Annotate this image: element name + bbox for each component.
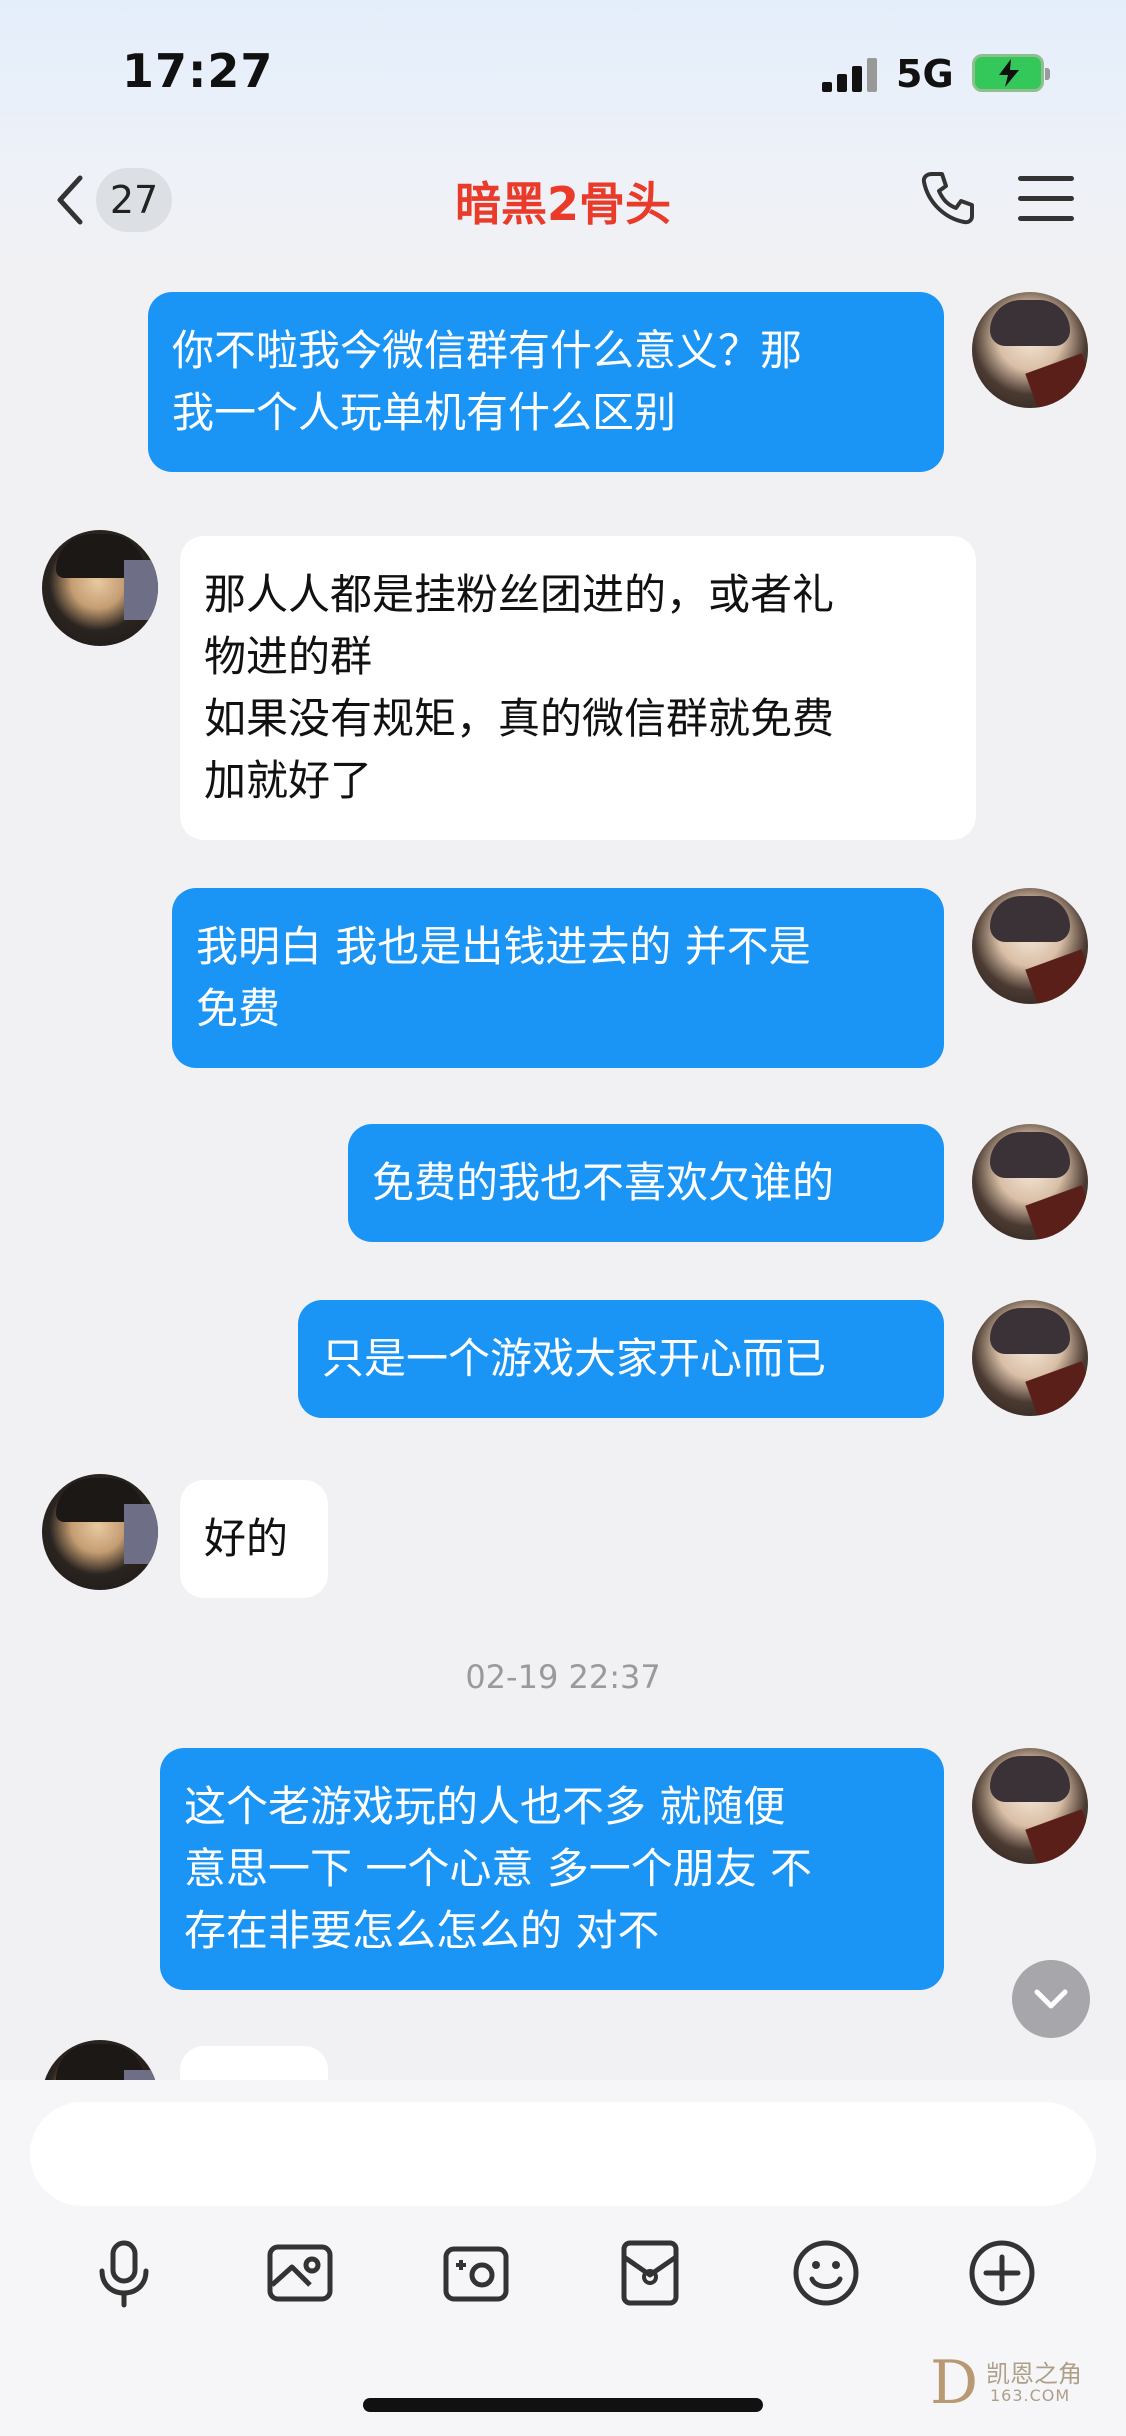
self-avatar[interactable] (972, 888, 1088, 1004)
peer-avatar[interactable] (42, 530, 158, 646)
emoji-icon[interactable] (788, 2235, 864, 2311)
home-indicator (363, 2398, 763, 2412)
message-list[interactable]: 你不啦我今微信群有什么意义？那 我一个人玩单机有什么区别 那人人都是挂粉丝团进的… (0, 262, 1126, 2080)
menu-icon[interactable] (1018, 176, 1074, 222)
camera-icon[interactable] (438, 2235, 514, 2311)
message-bubble-incoming[interactable]: 那人人都是挂粉丝团进的，或者礼 物进的群 如果没有规矩，真的微信群就免费 加就好… (180, 536, 976, 840)
message-bubble-incoming[interactable]: 好的 (180, 1480, 328, 1598)
red-packet-icon[interactable] (612, 2235, 688, 2311)
scroll-to-bottom-button[interactable] (1012, 1960, 1090, 2038)
peer-avatar[interactable] (42, 1474, 158, 1590)
signal-icon (822, 58, 878, 92)
message-input[interactable] (30, 2102, 1096, 2206)
message-bubble-incoming[interactable] (180, 2046, 328, 2080)
site-watermark: D 凯恩之角 163.COM (930, 2342, 1120, 2422)
message-bubble-outgoing[interactable]: 只是一个游戏大家开心而已 (298, 1300, 944, 1418)
message-bubble-outgoing[interactable]: 这个老游戏玩的人也不多 就随便 意思一下 一个心意 多一个朋友 不 存在非要怎么… (160, 1748, 944, 1990)
image-icon[interactable] (262, 2235, 338, 2311)
peer-avatar[interactable] (42, 2040, 158, 2080)
watermark-site: 163.COM (990, 2386, 1071, 2405)
message-bubble-outgoing[interactable]: 你不啦我今微信群有什么意义？那 我一个人玩单机有什么区别 (148, 292, 944, 472)
self-avatar[interactable] (972, 1300, 1088, 1416)
self-avatar[interactable] (972, 1748, 1088, 1864)
message-bubble-outgoing[interactable]: 免费的我也不喜欢欠谁的 (348, 1124, 944, 1242)
phone-icon[interactable] (918, 168, 978, 228)
microphone-icon[interactable] (86, 2235, 162, 2311)
watermark-title: 凯恩之角 (986, 2360, 1082, 2388)
network-type: 5G (896, 52, 954, 96)
self-avatar[interactable] (972, 292, 1088, 408)
watermark-logo: D (930, 2348, 979, 2418)
plus-icon[interactable] (964, 2235, 1040, 2311)
chevron-down-icon (1034, 1989, 1068, 2009)
status-time: 17:27 (122, 44, 274, 98)
message-timestamp: 02-19 22:37 (465, 1658, 661, 1696)
battery-icon (972, 54, 1050, 92)
message-bubble-outgoing[interactable]: 我明白 我也是出钱进去的 并不是 免费 (172, 888, 944, 1068)
self-avatar[interactable] (972, 1124, 1088, 1240)
